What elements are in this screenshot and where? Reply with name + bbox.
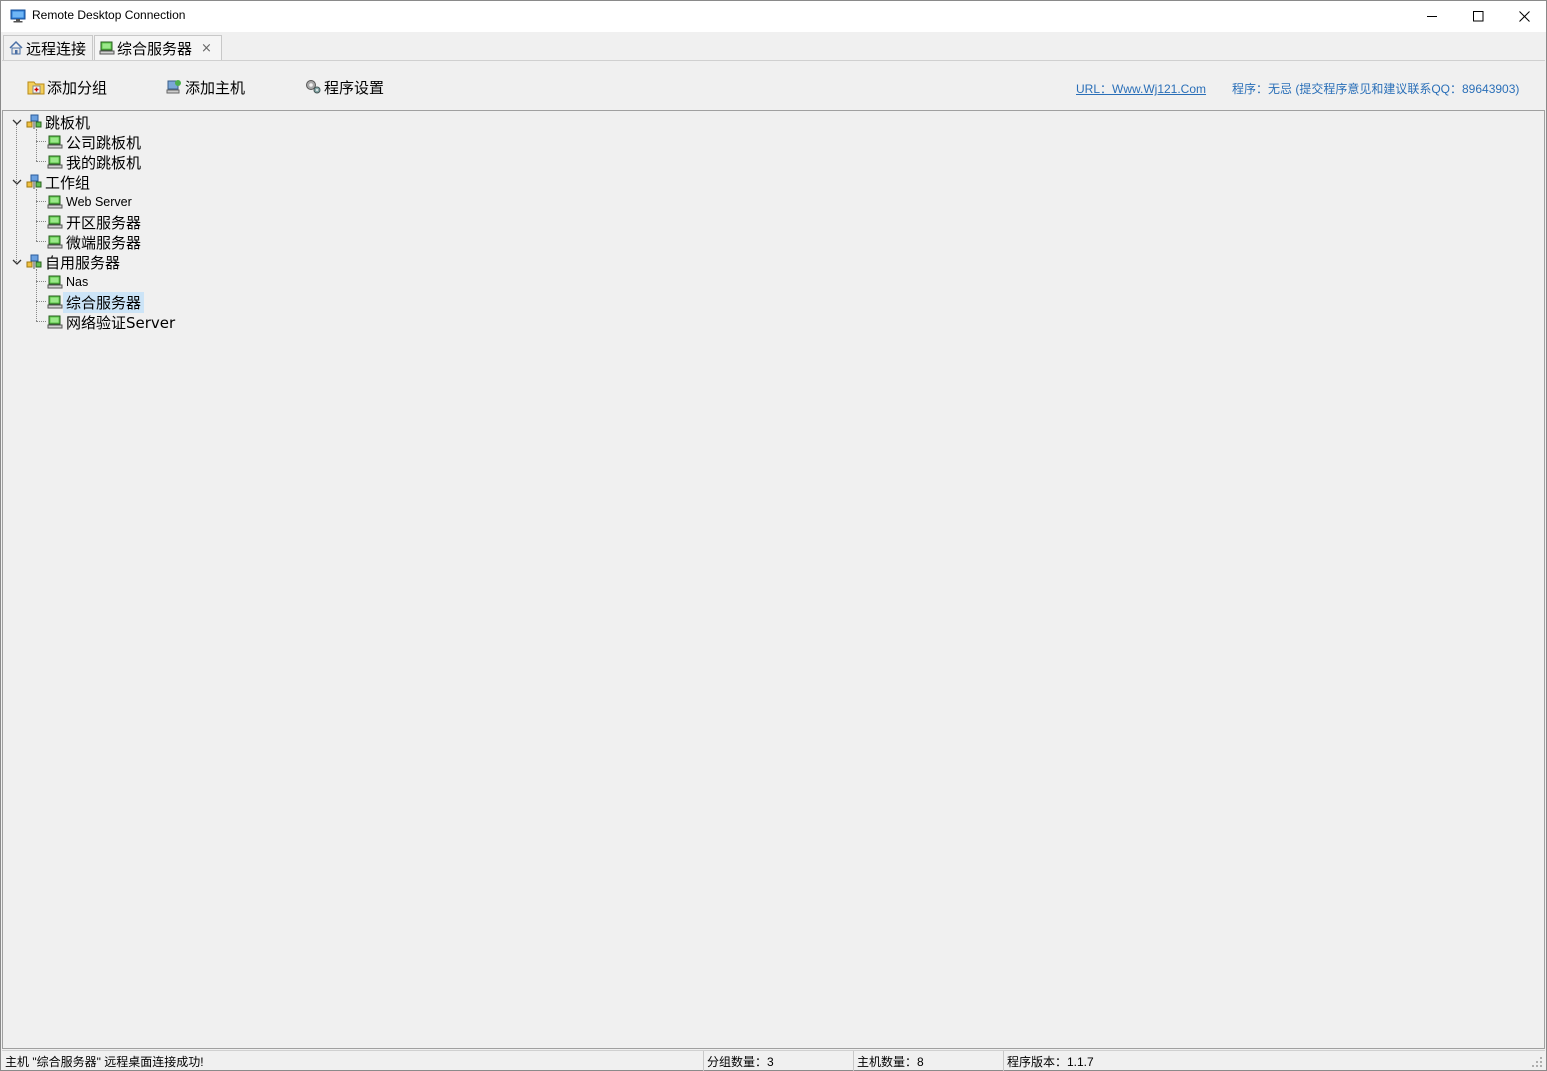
tab-label: 远程连接 [26,39,87,58]
program-info-text: 程序：无忌 (提交程序意见和建议联系QQ：89643903) [1232,82,1520,96]
tree-line [36,201,46,202]
tab-integrated-server[interactable]: 综合服务器 × [94,35,222,60]
status-message: 主机 "综合服务器" 远程桌面连接成功! [5,1054,204,1069]
close-button[interactable] [1501,1,1547,32]
network-group-icon [26,254,42,269]
network-group-icon [26,174,42,189]
tree-line [16,124,17,264]
computer-icon [47,135,63,149]
tree-line [36,129,37,161]
program-settings-button[interactable]: 程序设置 [304,76,384,98]
tree-group-label: 自用服务器 [45,253,121,272]
chevron-down-icon[interactable] [12,117,22,127]
tree-host-item[interactable]: 开区服务器 [47,212,141,232]
tree-host-item[interactable]: 微端服务器 [47,232,141,252]
minimize-icon [1426,16,1437,17]
tree-group-label: 跳板机 [45,113,91,132]
tree-host-label: 我的跳板机 [66,153,142,172]
tree-line [36,221,46,222]
status-group-count: 分组数量：3 [703,1051,853,1071]
tree-line [36,241,46,242]
tree-host-item[interactable]: Nas [47,272,88,292]
tab-close-icon[interactable]: × [201,41,212,56]
tree-line [36,269,37,321]
tree-host-item-selected[interactable]: 综合服务器 [47,291,145,313]
computer-icon [47,235,63,249]
tree-host-label: 开区服务器 [66,213,142,232]
tree-line [36,189,37,241]
app-window: Remote Desktop Connection 远程连接 综合服务器 × 添… [0,0,1547,1071]
status-bar: 主机 "综合服务器" 远程桌面连接成功! 分组数量：3 主机数量：8 程序版本：… [2,1050,1545,1071]
toolbar: 添加分组 添加主机 程序设置 URL：Www.Wj121.Com 程序：无忌 (… [2,60,1545,111]
host-tree[interactable]: 跳板机 公司跳板机 我的跳板机 工作组 Web Server 开区服务器 微端服… [2,111,1545,1049]
tree-line [36,301,46,302]
tree-host-item[interactable]: 我的跳板机 [47,152,141,172]
tree-host-label: 微端服务器 [66,233,142,252]
tree-group-personal-servers[interactable]: 自用服务器 [26,252,120,272]
maximize-button[interactable] [1455,1,1501,32]
computer-icon [47,195,63,209]
computer-icon [99,41,115,55]
gear-icon [306,80,321,94]
tree-group-label: 工作组 [45,173,91,192]
resize-grip-icon[interactable] [1531,1056,1543,1068]
computer-icon [47,275,63,289]
tree-host-label: 综合服务器 [63,291,145,313]
computer-icon [47,295,63,309]
add-group-label: 添加分组 [47,78,108,97]
folder-add-icon [27,81,45,95]
tree-line [36,141,46,142]
tree-host-item[interactable]: Web Server [47,192,132,212]
tab-remote-connection[interactable]: 远程连接 [3,35,93,60]
computer-icon [47,315,63,329]
settings-label: 程序设置 [324,78,385,97]
tree-host-label: 公司跳板机 [66,133,142,152]
network-group-icon [26,114,42,129]
tree-host-item[interactable]: 公司跳板机 [47,132,141,152]
close-icon [1518,11,1530,22]
computer-icon [47,215,63,229]
home-icon [9,40,23,55]
tree-group-workgroup[interactable]: 工作组 [26,172,90,192]
add-group-button[interactable]: 添加分组 [27,76,107,98]
add-host-button[interactable]: 添加主机 [165,76,245,98]
maximize-icon [1472,11,1483,22]
tree-host-label: 网络验证Server [66,313,176,332]
tree-line [36,161,46,162]
tree-line [36,281,46,282]
remote-desktop-icon [10,9,26,23]
add-computer-icon [166,80,181,94]
window-title: Remote Desktop Connection [32,8,186,22]
tab-bar: 远程连接 综合服务器 × [1,32,1546,60]
status-version: 程序版本：1.1.7 [1003,1051,1533,1071]
tree-host-label: Nas [66,275,89,289]
add-host-label: 添加主机 [185,78,246,97]
chevron-down-icon[interactable] [12,257,22,267]
chevron-down-icon[interactable] [12,177,22,187]
minimize-button[interactable] [1409,1,1455,32]
status-host-count: 主机数量：8 [853,1051,1003,1071]
tree-group-jump-servers[interactable]: 跳板机 [26,112,90,132]
computer-icon [47,155,63,169]
tree-host-label: Web Server [66,195,132,209]
tab-label: 综合服务器 [117,39,193,58]
title-bar[interactable]: Remote Desktop Connection [1,1,1546,32]
tree-host-item[interactable]: 网络验证Server [47,312,175,332]
tree-line [36,321,46,322]
website-link[interactable]: URL：Www.Wj121.Com [1076,80,1206,97]
